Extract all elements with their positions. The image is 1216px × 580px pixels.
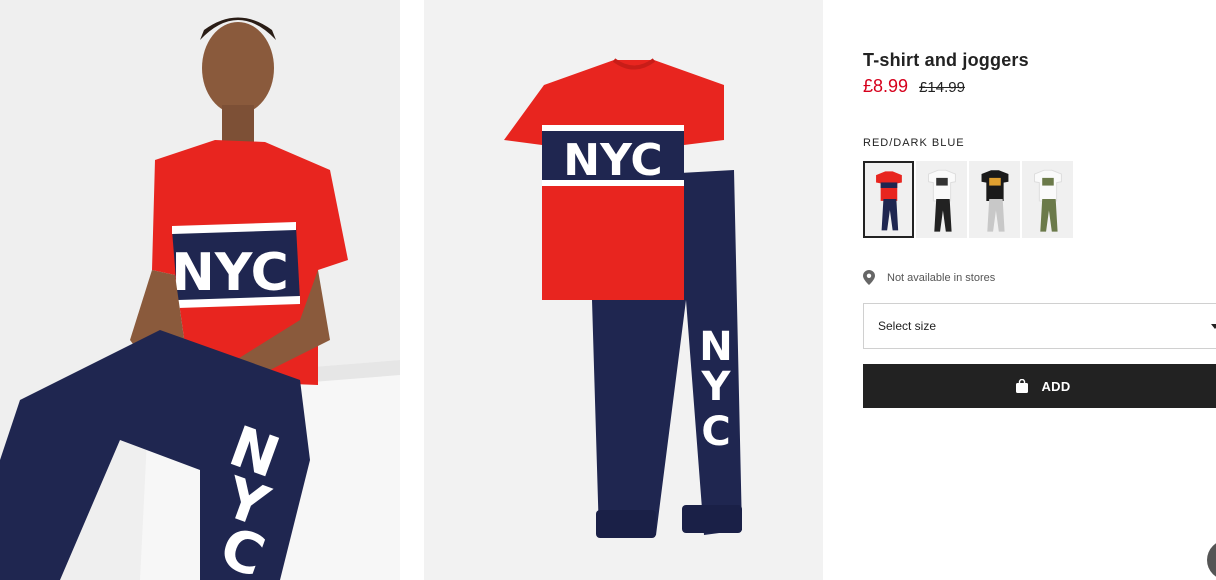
swatch-red-dark-blue[interactable]	[863, 161, 914, 238]
product-title: T-shirt and joggers	[863, 50, 1029, 70]
color-swatch-list	[863, 161, 1073, 238]
swatch-white-khaki[interactable]	[1022, 161, 1073, 238]
product-image-flat[interactable]: N Y C NYC	[424, 0, 823, 580]
shopping-bag-icon	[1016, 379, 1029, 393]
swatch-white-black[interactable]	[916, 161, 967, 238]
model-shirt-graphic-text: NYC	[171, 243, 288, 303]
sale-price: £8.99	[863, 76, 909, 96]
flat-lay-illustration: N Y C NYC	[424, 0, 823, 580]
add-button-label: ADD	[1041, 378, 1071, 394]
svg-text:Y: Y	[701, 364, 732, 410]
add-to-bag-button[interactable]: ADD	[863, 364, 1216, 408]
original-price: £14.99	[919, 79, 965, 96]
product-info-panel: T-shirt and joggers £8.99 £14.99 RED/DAR…	[863, 0, 1216, 580]
price-row: £8.99 £14.99	[863, 76, 965, 97]
store-availability-text: Not available in stores	[887, 271, 996, 284]
chevron-down-icon	[1211, 324, 1216, 329]
location-pin-icon	[863, 270, 875, 285]
size-select-label: Select size	[878, 319, 937, 333]
store-availability: Not available in stores	[863, 270, 995, 285]
svg-text:C: C	[701, 409, 730, 455]
model-photo-illustration: NYC N Y C	[0, 0, 400, 580]
flat-shirt-graphic-text: NYC	[563, 135, 662, 186]
size-select[interactable]: Select size	[863, 303, 1216, 349]
product-image-model[interactable]: NYC N Y C	[0, 0, 400, 580]
swatch-black-grey[interactable]	[969, 161, 1020, 238]
selected-color-label: RED/DARK BLUE	[863, 137, 965, 149]
